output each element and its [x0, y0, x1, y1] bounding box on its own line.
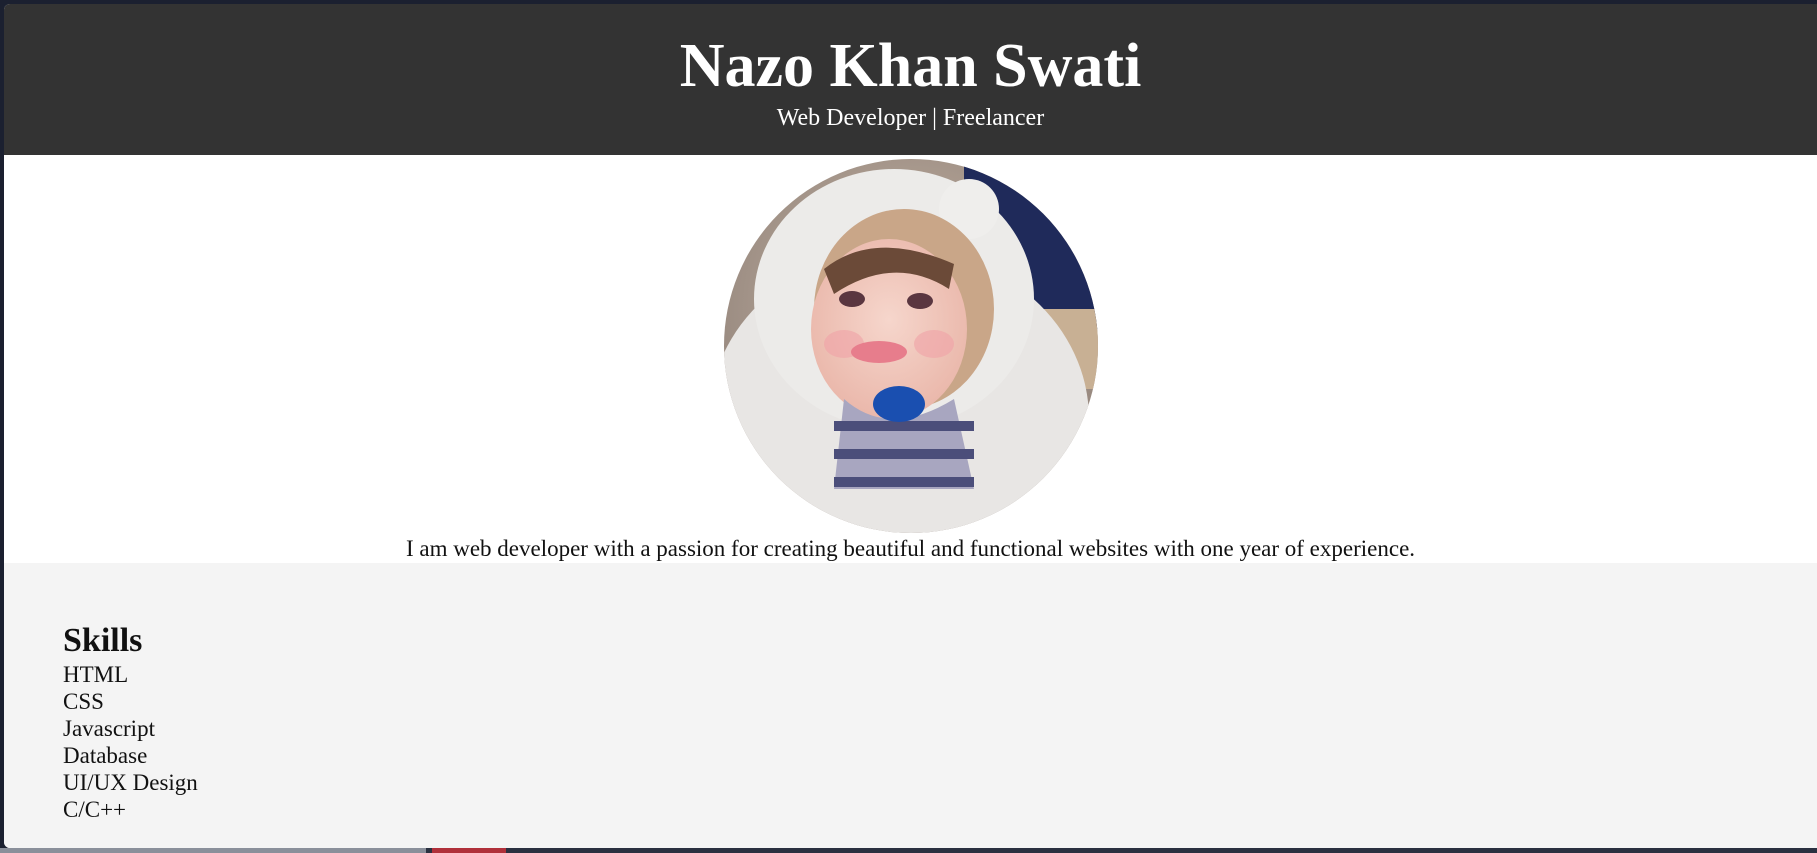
skills-section: Skills HTML CSS Javascript Database UI/U… [4, 563, 1817, 848]
skills-list: HTML CSS Javascript Database UI/UX Desig… [63, 661, 1817, 823]
browser-viewport: Nazo Khan Swati Web Developer | Freelanc… [4, 4, 1817, 848]
skill-item: CSS [63, 689, 104, 714]
site-subtitle: Web Developer | Freelancer [776, 105, 1045, 131]
taskbar-item[interactable] [0, 848, 426, 853]
skills-heading: Skills [63, 622, 143, 659]
skill-item: HTML [63, 662, 129, 687]
site-header: Nazo Khan Swati Web Developer | Freelanc… [4, 4, 1817, 155]
skill-item: C/C++ [63, 797, 127, 822]
skill-item: UI/UX Design [63, 770, 198, 795]
profile-photo-image [724, 159, 1098, 533]
site-title: Nazo Khan Swati [679, 32, 1142, 100]
profile-photo [724, 159, 1098, 533]
skill-item: Javascript [63, 716, 155, 741]
skill-item: Database [63, 743, 148, 768]
taskbar-item-active[interactable] [432, 848, 506, 853]
about-section: I am web developer with a passion for cr… [4, 155, 1817, 563]
about-text: I am web developer with a passion for cr… [405, 536, 1416, 561]
taskbar [0, 848, 1817, 853]
